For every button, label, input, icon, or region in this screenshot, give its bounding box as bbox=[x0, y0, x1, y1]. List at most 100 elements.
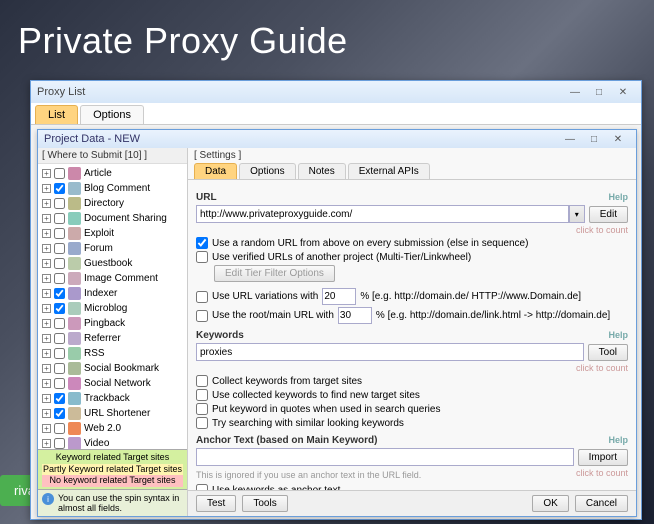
use-collected-check[interactable] bbox=[196, 389, 208, 401]
expand-icon[interactable]: + bbox=[42, 289, 51, 298]
tree-check[interactable] bbox=[54, 423, 65, 434]
expand-icon[interactable]: + bbox=[42, 364, 51, 373]
tab-notes[interactable]: Notes bbox=[298, 163, 346, 179]
tree-check[interactable] bbox=[54, 393, 65, 404]
tab-external-apis[interactable]: External APIs bbox=[348, 163, 430, 179]
tree-label: Web 2.0 bbox=[84, 423, 121, 434]
url-variations-value[interactable] bbox=[322, 288, 356, 305]
expand-icon[interactable]: + bbox=[42, 169, 51, 178]
expand-icon[interactable]: + bbox=[42, 199, 51, 208]
anchor-input[interactable] bbox=[196, 448, 574, 466]
expand-icon[interactable]: + bbox=[42, 259, 51, 268]
close-icon[interactable]: ✕ bbox=[611, 84, 635, 100]
import-button[interactable]: Import bbox=[578, 449, 628, 466]
tree-check[interactable] bbox=[54, 378, 65, 389]
ok-button[interactable]: OK bbox=[532, 495, 568, 512]
tree-check[interactable] bbox=[54, 408, 65, 419]
tree-item[interactable]: +Social Bookmark bbox=[40, 361, 185, 376]
click-to-count[interactable]: click to count bbox=[196, 225, 628, 235]
engine-tree[interactable]: +Article+Blog Comment+Directory+Document… bbox=[38, 164, 187, 449]
maximize-icon[interactable]: □ bbox=[587, 84, 611, 100]
expand-icon[interactable]: + bbox=[42, 349, 51, 358]
expand-icon[interactable]: + bbox=[42, 184, 51, 193]
tree-item[interactable]: +Social Network bbox=[40, 376, 185, 391]
tree-item[interactable]: +Forum bbox=[40, 241, 185, 256]
tree-check[interactable] bbox=[54, 348, 65, 359]
expand-icon[interactable]: + bbox=[42, 439, 51, 448]
help-link[interactable]: Help bbox=[608, 435, 628, 445]
expand-icon[interactable]: + bbox=[42, 304, 51, 313]
tab-options2[interactable]: Options bbox=[239, 163, 295, 179]
help-link[interactable]: Help bbox=[608, 330, 628, 340]
tree-check[interactable] bbox=[54, 198, 65, 209]
cancel-button[interactable]: Cancel bbox=[575, 495, 628, 512]
tree-check[interactable] bbox=[54, 228, 65, 239]
tree-check[interactable] bbox=[54, 318, 65, 329]
tools-button[interactable]: Tools bbox=[242, 495, 287, 512]
tree-check[interactable] bbox=[54, 168, 65, 179]
put-quote-check[interactable] bbox=[196, 403, 208, 415]
expand-icon[interactable]: + bbox=[42, 229, 51, 238]
use-root-value[interactable] bbox=[338, 307, 372, 324]
url-input[interactable] bbox=[196, 205, 569, 223]
expand-icon[interactable]: + bbox=[42, 214, 51, 223]
tree-item[interactable]: +Referrer bbox=[40, 331, 185, 346]
tree-item[interactable]: +Guestbook bbox=[40, 256, 185, 271]
tree-item[interactable]: +Trackback bbox=[40, 391, 185, 406]
url-dropdown-icon[interactable]: ▾ bbox=[569, 205, 585, 223]
tree-check[interactable] bbox=[54, 333, 65, 344]
tree-item[interactable]: +Image Comment bbox=[40, 271, 185, 286]
tree-check[interactable] bbox=[54, 243, 65, 254]
tab-list[interactable]: List bbox=[35, 105, 78, 124]
help-link[interactable]: Help bbox=[608, 192, 628, 202]
expand-icon[interactable]: + bbox=[42, 409, 51, 418]
expand-icon[interactable]: + bbox=[42, 274, 51, 283]
tree-check[interactable] bbox=[54, 438, 65, 449]
tree-check[interactable] bbox=[54, 273, 65, 284]
use-root-check[interactable] bbox=[196, 310, 208, 322]
tree-item[interactable]: +Article bbox=[40, 166, 185, 181]
tree-label: Exploit bbox=[84, 228, 114, 239]
tab-options[interactable]: Options bbox=[80, 105, 144, 124]
use-verified-check[interactable] bbox=[196, 251, 208, 263]
minimize-icon[interactable]: — bbox=[563, 84, 587, 100]
tree-item[interactable]: +Document Sharing bbox=[40, 211, 185, 226]
tree-item[interactable]: +Indexer bbox=[40, 286, 185, 301]
tree-item[interactable]: +Microblog bbox=[40, 301, 185, 316]
tree-item[interactable]: +Directory bbox=[40, 196, 185, 211]
keywords-input[interactable] bbox=[196, 343, 584, 361]
expand-icon[interactable]: + bbox=[42, 244, 51, 253]
tree-item[interactable]: + Web 2.0 bbox=[40, 421, 185, 436]
close-icon[interactable]: ✕ bbox=[606, 131, 630, 147]
tree-item[interactable]: +Blog Comment bbox=[40, 181, 185, 196]
expand-icon[interactable]: + bbox=[42, 379, 51, 388]
tree-check[interactable] bbox=[54, 183, 65, 194]
tree-item[interactable]: +URL Shortener bbox=[40, 406, 185, 421]
tree-check[interactable] bbox=[54, 303, 65, 314]
tree-check[interactable] bbox=[54, 363, 65, 374]
tool-button[interactable]: Tool bbox=[588, 344, 628, 361]
test-button[interactable]: Test bbox=[196, 495, 236, 512]
tree-check[interactable] bbox=[54, 288, 65, 299]
tree-item[interactable]: + Exploit bbox=[40, 226, 185, 241]
maximize-icon[interactable]: □ bbox=[582, 131, 606, 147]
tree-check[interactable] bbox=[54, 258, 65, 269]
tree-item[interactable]: +Video bbox=[40, 436, 185, 449]
tab-data[interactable]: Data bbox=[194, 163, 237, 179]
collect-kw-check[interactable] bbox=[196, 375, 208, 387]
use-random-check[interactable] bbox=[196, 237, 208, 249]
edit-button[interactable]: Edit bbox=[589, 206, 628, 223]
expand-icon[interactable]: + bbox=[42, 394, 51, 403]
window-title: Proxy List bbox=[37, 86, 85, 98]
tree-check[interactable] bbox=[54, 213, 65, 224]
url-variations-check[interactable] bbox=[196, 291, 208, 303]
expand-icon[interactable]: + bbox=[42, 334, 51, 343]
tree-item[interactable]: +RSS bbox=[40, 346, 185, 361]
click-to-count[interactable]: click to count bbox=[196, 363, 628, 373]
try-similar-check[interactable] bbox=[196, 417, 208, 429]
minimize-icon[interactable]: — bbox=[558, 131, 582, 147]
expand-icon[interactable]: + bbox=[42, 319, 51, 328]
click-to-count[interactable]: click to count bbox=[576, 468, 628, 482]
expand-icon[interactable]: + bbox=[42, 424, 51, 433]
tree-item[interactable]: +Pingback bbox=[40, 316, 185, 331]
